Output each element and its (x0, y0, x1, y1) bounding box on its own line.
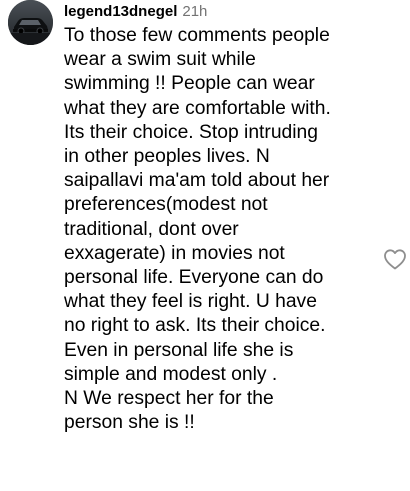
avatar[interactable] (8, 0, 53, 45)
like-button[interactable] (383, 248, 407, 270)
comment-text: To those few comments people wear a swim… (64, 25, 331, 434)
car-avatar-icon (8, 0, 53, 45)
comment-timestamp: 21h (182, 3, 208, 20)
comment: legend13dnegel 21h To those few comments … (0, 0, 410, 491)
comment-header: legend13dnegel 21h (64, 1, 207, 23)
heart-outline-icon (384, 249, 406, 270)
username-link[interactable]: legend13dnegel (64, 3, 177, 20)
